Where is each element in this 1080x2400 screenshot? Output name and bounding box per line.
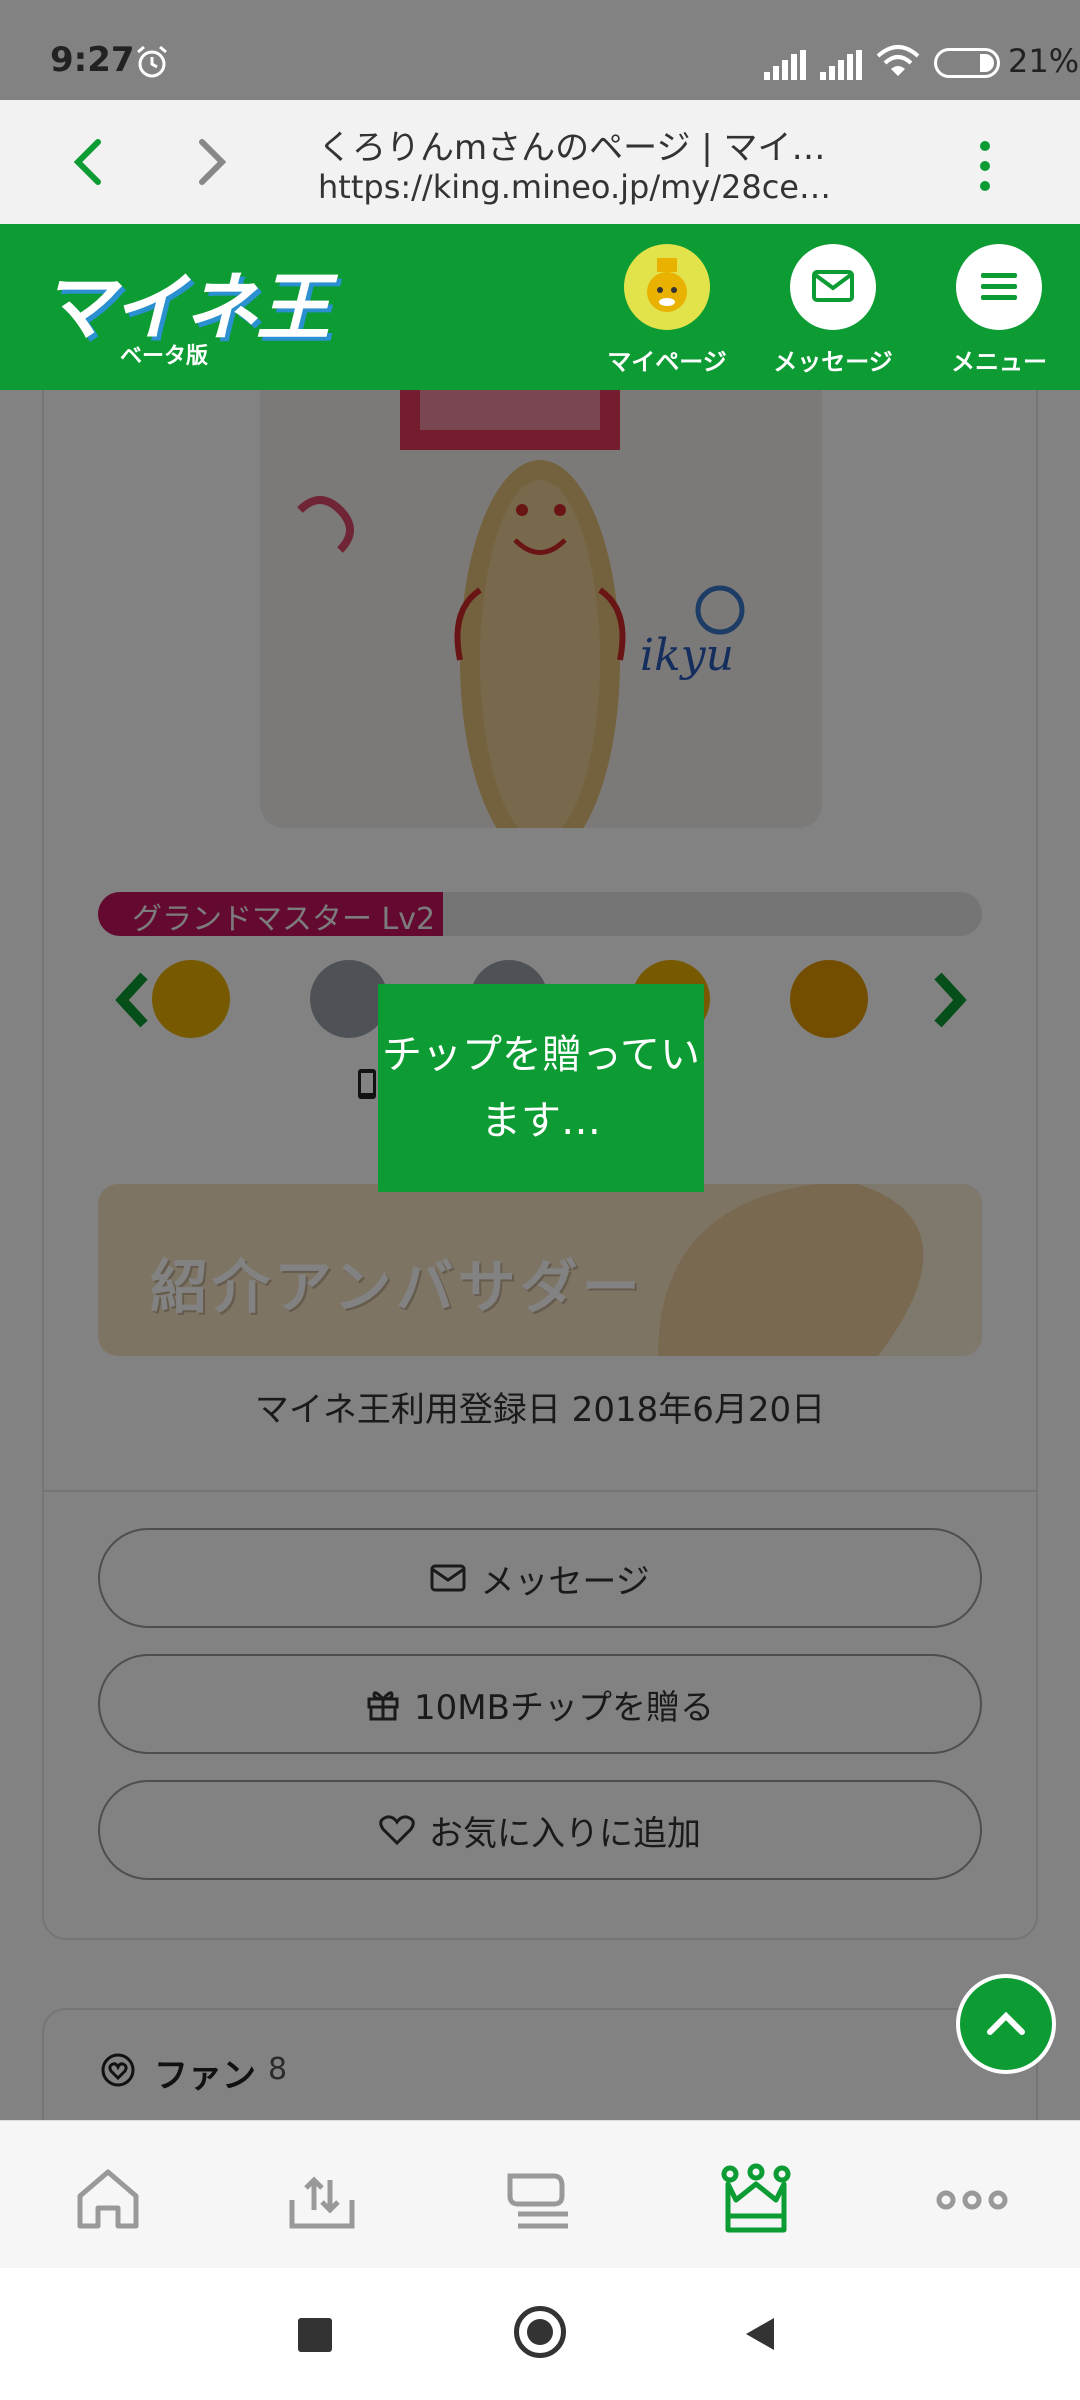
- system-back-button[interactable]: [740, 2314, 780, 2354]
- header-message-button[interactable]: [790, 244, 876, 330]
- nav-post-icon[interactable]: [282, 2160, 362, 2240]
- nav-king-crown-icon[interactable]: [716, 2160, 796, 2240]
- mypage-label[interactable]: マイページ: [597, 342, 737, 377]
- address-bar-url[interactable]: https://king.mineo.jp/my/28ce…: [318, 168, 831, 206]
- cell-signal-icon: [764, 50, 806, 80]
- browser-back-button[interactable]: [60, 130, 120, 194]
- wifi-icon: [876, 45, 920, 76]
- alarm-clock-icon: [137, 45, 167, 78]
- sending-chip-toast: チップを贈っています…: [378, 984, 704, 1192]
- mypage-avatar-button[interactable]: [624, 244, 710, 330]
- header-menu-button[interactable]: [956, 244, 1042, 330]
- chevron-up-icon: [987, 2011, 1025, 2035]
- nav-chat-icon[interactable]: [498, 2160, 578, 2240]
- battery-icon: [934, 48, 1000, 78]
- modal-dim-overlay: [0, 390, 1080, 2120]
- home-button[interactable]: [514, 2306, 566, 2358]
- envelope-icon: [812, 270, 854, 302]
- toast-text: チップを贈っています…: [382, 1032, 700, 1144]
- cell-signal-icon: [820, 50, 862, 80]
- status-time: 9:27: [50, 40, 135, 80]
- logo-beta-label: ベータ版: [120, 344, 209, 369]
- recent-apps-button[interactable]: [298, 2318, 332, 2352]
- page-title[interactable]: くろりんmさんのページ | マイ…: [318, 120, 826, 169]
- avatar-icon: [647, 258, 687, 312]
- hamburger-menu-icon: [981, 273, 1017, 300]
- nav-home-icon[interactable]: [68, 2160, 148, 2240]
- battery-percentage: 21%: [1008, 42, 1080, 80]
- menu-label[interactable]: メニュー: [929, 342, 1069, 377]
- nav-more-icon[interactable]: [932, 2160, 1012, 2240]
- browser-overflow-menu-icon[interactable]: [970, 136, 1000, 196]
- browser-forward-button[interactable]: [180, 130, 240, 194]
- message-label[interactable]: メッセージ: [763, 342, 903, 377]
- scroll-to-top-button[interactable]: [956, 1974, 1056, 2074]
